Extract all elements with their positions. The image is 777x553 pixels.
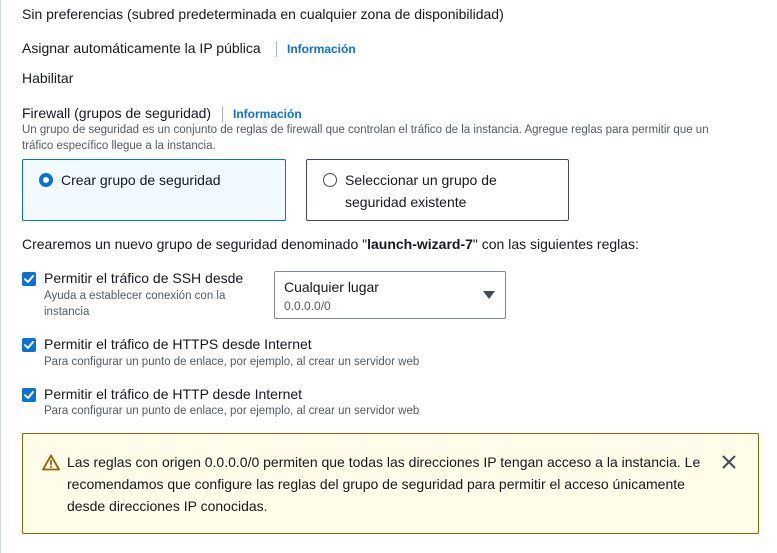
check-icon — [24, 275, 34, 283]
new-group-name: launch-wizard-7 — [367, 236, 473, 252]
check-icon — [24, 391, 34, 399]
http-rule-label: Permitir el tráfico de HTTP desde Intern… — [44, 386, 303, 402]
ssh-rule-label: Permitir el tráfico de SSH desde — [44, 270, 244, 286]
subnet-value: Sin preferencias (subred predeterminada … — [22, 6, 504, 22]
http-rule-help: Para configurar un punto de enlace, por … — [44, 405, 420, 417]
https-checkbox[interactable] — [22, 338, 36, 352]
radio-existing-label-line2: seguridad existente — [345, 194, 467, 210]
warning-text-line2: recomendamos que configure las reglas de… — [67, 476, 685, 492]
firewall-label: Firewall (grupos de seguridad) — [22, 105, 212, 121]
https-rule-label: Permitir el tráfico de HTTPS desde Inter… — [44, 336, 312, 352]
warning-icon — [42, 454, 60, 471]
ssh-checkbox[interactable] — [22, 272, 36, 286]
public-ip-value: Habilitar — [22, 70, 74, 86]
label-separator — [222, 106, 223, 122]
close-icon[interactable] — [722, 455, 736, 469]
ssh-source-select[interactable]: Cualquier lugar 0.0.0.0/0 — [274, 271, 506, 319]
new-group-suffix: " con las siguientes reglas: — [472, 236, 639, 252]
radio-create-label: Crear grupo de seguridad — [61, 172, 221, 188]
public-ip-info-link[interactable]: Información — [287, 42, 356, 56]
radio-existing-label-line1: Seleccionar un grupo de — [345, 172, 497, 188]
ssh-source-value: Cualquier lugar — [284, 279, 379, 295]
warning-text-line3: desde direcciones IP conocidas. — [67, 498, 268, 514]
check-icon — [24, 341, 34, 349]
ssh-rule-help-cont: instancia — [44, 306, 90, 318]
panel-left-border — [0, 0, 1, 553]
radio-unselected-icon — [323, 173, 337, 187]
new-group-sentence: Crearemos un nuevo grupo de seguridad de… — [22, 236, 639, 252]
caret-down-icon — [483, 291, 495, 299]
open-access-warning-alert: Las reglas con origen 0.0.0.0/0 permiten… — [22, 433, 759, 534]
https-rule-help: Para configurar un punto de enlace, por … — [44, 356, 420, 368]
radio-create-security-group[interactable]: Crear grupo de seguridad — [22, 159, 286, 221]
firewall-info-link[interactable]: Información — [233, 107, 302, 121]
public-ip-label: Asignar automáticamente la IP pública — [22, 40, 261, 56]
radio-selected-icon — [39, 173, 53, 187]
radio-select-existing-group[interactable]: Seleccionar un grupo de seguridad existe… — [306, 159, 569, 221]
ssh-rule-help: Ayuda a establecer conexión con la — [44, 290, 226, 302]
firewall-description-cont: tráfico específico llegue a la instancia… — [22, 140, 216, 152]
new-group-prefix: Crearemos un nuevo grupo de seguridad de… — [22, 236, 368, 252]
warning-text-line1: Las reglas con origen 0.0.0.0/0 permiten… — [67, 454, 701, 470]
http-checkbox[interactable] — [22, 388, 36, 402]
firewall-description: Un grupo de seguridad es un conjunto de … — [22, 124, 709, 136]
label-separator — [276, 41, 277, 57]
ssh-source-cidr: 0.0.0.0/0 — [284, 299, 331, 313]
